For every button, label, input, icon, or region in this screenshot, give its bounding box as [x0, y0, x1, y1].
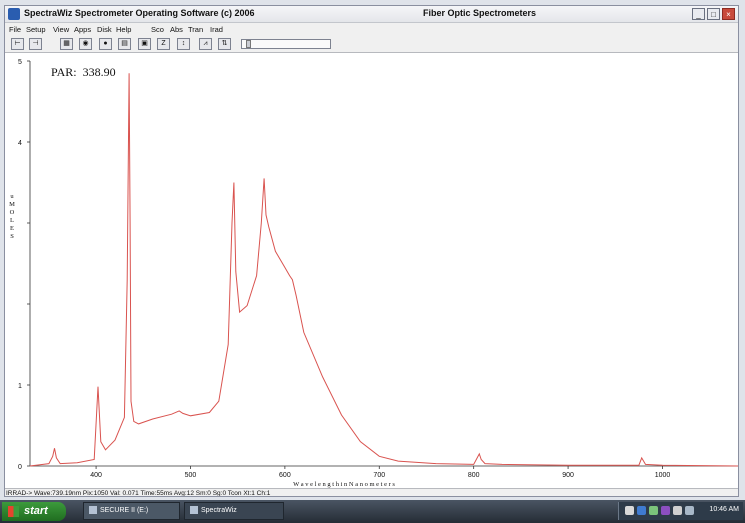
tray-icon-app[interactable] [661, 506, 670, 515]
close-button[interactable]: × [722, 8, 735, 20]
menu-setup[interactable]: Setup [26, 25, 46, 34]
start-button[interactable]: start [2, 502, 66, 521]
spectrawiz-app-icon[interactable] [8, 8, 20, 20]
menu-help[interactable]: Help [116, 25, 131, 34]
y-tick-label: 4 [18, 140, 22, 147]
cursor-left-button[interactable]: ⊢ [11, 38, 24, 50]
y-axis-label: uMOLES [8, 193, 15, 241]
x-tick-label: 400 [90, 472, 102, 479]
x-tick-label: 900 [562, 472, 574, 479]
x-tick-label: 1000 [655, 472, 671, 479]
menu-disk[interactable]: Disk [97, 25, 112, 34]
maximize-button[interactable]: □ [707, 8, 720, 20]
taskbar-item-label: SECURE II (E:) [100, 507, 149, 514]
taskbar: start SECURE II (E:) SpectraWiz 10:46 AM [0, 500, 745, 523]
save-button[interactable]: ▤ [118, 38, 131, 50]
cursor-left-icon: ⊢ [14, 40, 21, 47]
menu-apps[interactable]: Apps [74, 25, 91, 34]
camera-button[interactable]: ◉ [79, 38, 92, 50]
tray-icon-misc[interactable] [685, 506, 694, 515]
window-controls: _ □ × [692, 8, 735, 20]
zero-button[interactable]: Z [157, 38, 170, 50]
taskbar-item-secure[interactable]: SECURE II (E:) [83, 502, 180, 520]
menu-tran[interactable]: Tran [188, 25, 203, 34]
y-tick-label: 1 [18, 383, 22, 390]
x-tick-label: 500 [185, 472, 197, 479]
taskbar-item-spectrawiz[interactable]: SpectraWiz [184, 502, 284, 520]
monitor-button[interactable]: ▣ [138, 38, 151, 50]
integration-slider[interactable] [241, 39, 331, 49]
cursor-right-icon: ⊣ [32, 40, 39, 47]
scale-icon: ↕ [181, 40, 186, 47]
window-subtitle: Fiber Optic Spectrometers [423, 8, 537, 18]
tray-icon-security[interactable] [649, 506, 658, 515]
y-tick-label: 0 [18, 464, 22, 471]
system-tray: 10:46 AM [618, 502, 743, 520]
menu-irad[interactable]: Irad [210, 25, 223, 34]
lightbulb-button[interactable]: ● [99, 38, 112, 50]
taskbar-item-label: SpectraWiz [201, 507, 237, 514]
printer-button[interactable]: ▦ [60, 38, 73, 50]
status-bar: IRRAD-> Wave:739.19nm Pix:1050 Val: 0.07… [5, 488, 738, 496]
menu-view[interactable]: View [53, 25, 69, 34]
clock: 10:46 AM [709, 506, 739, 513]
menu-file[interactable]: File [9, 25, 21, 34]
minimize-button[interactable]: _ [692, 8, 705, 20]
menu-sco[interactable]: Sco [151, 25, 164, 34]
spectrum-plot: 0 1 4 5 400 500 600 700 800 900 1000 W a v e l e n … [5, 53, 738, 488]
par-label: PAR: [51, 65, 77, 79]
toolbar: ⊢ ⊣ ▦ ◉ ● ▤ ▣ Z ↕ ⩘ ⇅ [5, 36, 738, 53]
slider-thumb[interactable] [246, 40, 251, 48]
spectrum-line [29, 73, 738, 467]
tray-icon-volume[interactable] [673, 506, 682, 515]
x-tick-label: 700 [373, 472, 385, 479]
zero-icon: Z [161, 40, 166, 47]
par-value: 338.90 [82, 65, 116, 79]
start-label: start [24, 505, 48, 517]
par-readout: PAR: 338.90 [51, 65, 116, 80]
x-tick-label: 800 [468, 472, 480, 479]
peak-icon: ⩘ [203, 40, 208, 47]
menu-abs[interactable]: Abs [170, 25, 183, 34]
camera-icon: ◉ [82, 40, 89, 47]
tray-icon-doc[interactable] [625, 506, 634, 515]
title-bar[interactable]: SpectraWiz Spectrometer Operating Softwa… [5, 6, 738, 23]
drive-icon [89, 506, 97, 515]
spectrawiz-task-icon [190, 506, 198, 515]
tray-icon-network[interactable] [637, 506, 646, 515]
spectrum-chart: 0 1 4 5 400 500 600 700 800 900 1000 W a v e l e n … [8, 59, 738, 488]
x-axis-label: W a v e l e n g t h i n N a n o m e t e … [293, 481, 395, 488]
baseline-icon: ⇅ [221, 40, 228, 47]
spectrawiz-window: SpectraWiz Spectrometer Operating Softwa… [4, 5, 739, 497]
peak-button[interactable]: ⩘ [199, 38, 212, 50]
window-title: SpectraWiz Spectrometer Operating Softwa… [24, 8, 255, 18]
x-tick-label: 600 [279, 472, 291, 479]
cursor-right-button[interactable]: ⊣ [29, 38, 42, 50]
scale-button[interactable]: ↕ [177, 38, 190, 50]
save-icon: ▤ [121, 40, 128, 47]
monitor-icon: ▣ [141, 40, 148, 47]
printer-icon: ▦ [63, 40, 70, 47]
lightbulb-icon: ● [103, 40, 108, 47]
y-tick-label: 5 [18, 59, 22, 66]
menu-bar: File Setup View Apps Disk Help Sco Abs T… [5, 23, 738, 36]
windows-logo-icon [8, 506, 19, 517]
baseline-button[interactable]: ⇅ [218, 38, 231, 50]
